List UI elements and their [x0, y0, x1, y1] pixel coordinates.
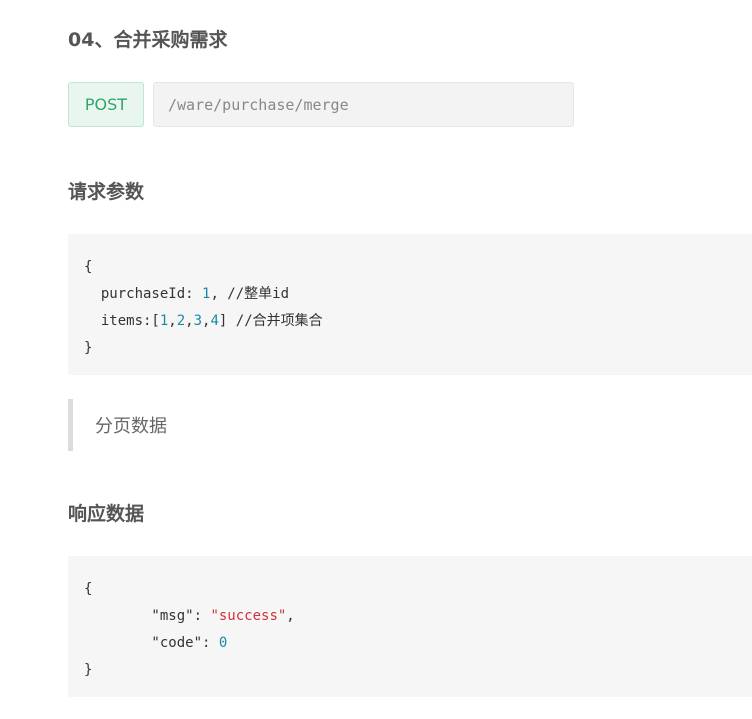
code-number: 3 — [193, 313, 203, 329]
endpoint-url: /ware/purchase/merge — [153, 82, 574, 127]
code-line: purchaseId: 1, //整单id — [84, 281, 736, 308]
request-params-heading: 请求参数 — [68, 181, 145, 203]
section-title: 04、合并采购需求 — [68, 29, 228, 51]
code-line: { — [84, 259, 93, 275]
code-line: { — [84, 581, 93, 597]
code-number: 0 — [218, 635, 228, 651]
response-data-heading: 响应数据 — [68, 503, 145, 525]
http-method-badge: POST — [68, 82, 144, 127]
blockquote-note: 分页数据 — [68, 399, 468, 451]
code-comment: , //整单id — [210, 286, 290, 302]
code-key: "msg": — [84, 608, 211, 624]
code-number: 1 — [159, 313, 169, 329]
code-number: 2 — [176, 313, 186, 329]
code-key: purchaseId: — [84, 286, 203, 302]
code-number: 4 — [210, 313, 219, 329]
response-code-block: { "msg": "success", "code": 0 } — [68, 556, 752, 697]
request-code-block: { purchaseId: 1, //整单id items:[1,2,3,4] … — [68, 234, 752, 375]
code-line: } — [84, 340, 93, 356]
code-key: "code": — [84, 635, 219, 651]
code-line: "msg": "success", — [84, 603, 736, 630]
code-line: "code": 0 — [84, 630, 736, 657]
code-string: "success" — [210, 608, 287, 624]
code-punct: , — [286, 608, 295, 624]
code-comment: ] //合并项集合 — [218, 313, 323, 329]
code-line: } — [84, 662, 93, 678]
code-key: items:[ — [84, 313, 160, 329]
note-text: 分页数据 — [95, 416, 167, 437]
code-line: items:[1,2,3,4] //合并项集合 — [84, 313, 323, 329]
